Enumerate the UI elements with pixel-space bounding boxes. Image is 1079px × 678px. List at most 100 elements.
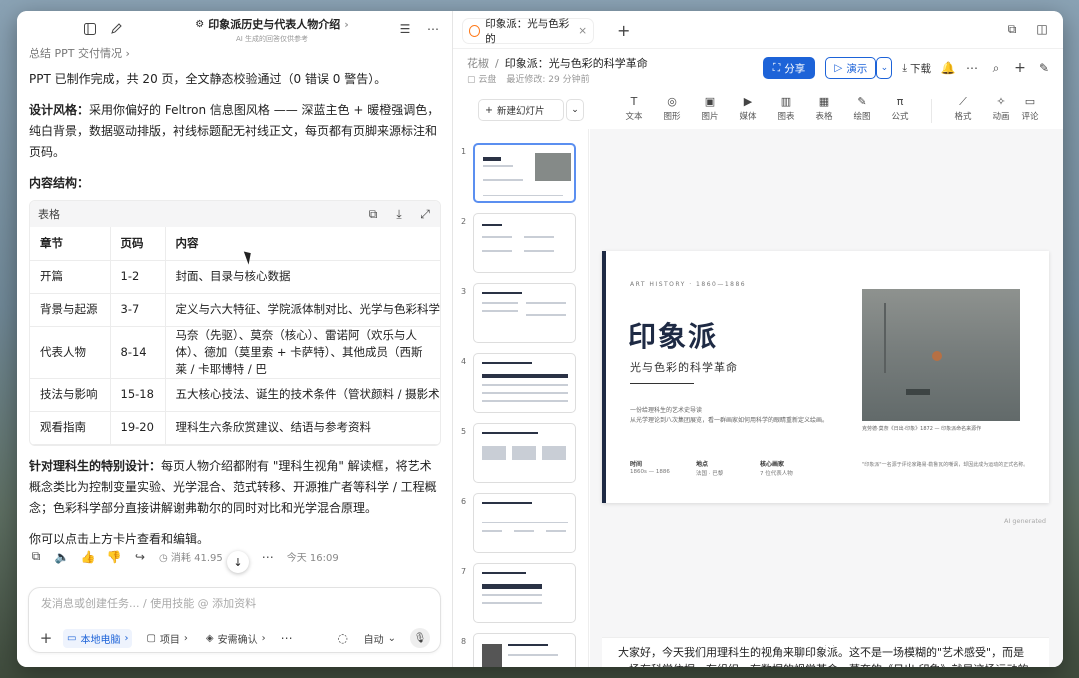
- slide-number: 1: [461, 147, 467, 156]
- chat-title-area[interactable]: ⚙ 印象派历史与代表人物介绍 › AI 生成的回答仅供参考: [187, 16, 357, 44]
- new-slide-options-button[interactable]: ⌄: [566, 99, 584, 121]
- present-button[interactable]: ▷ 演示: [825, 57, 877, 79]
- tool-shape[interactable]: ◎ 图形: [653, 95, 691, 123]
- previous-step-link[interactable]: 总结 PPT 交付情况 ›: [29, 45, 130, 61]
- scroll-down-button[interactable]: ↓: [227, 551, 249, 573]
- close-icon[interactable]: ×: [578, 25, 587, 37]
- tool-chart[interactable]: ▥ 图表: [767, 95, 805, 123]
- message-input[interactable]: [41, 597, 421, 610]
- more-icon[interactable]: ⋯: [280, 631, 294, 645]
- table-icon: ▦: [818, 95, 830, 108]
- table-cell: 开篇: [30, 260, 111, 294]
- table-row: 观看指南 19-20 理科生六条欣赏建议、结语与参考资料: [30, 411, 440, 445]
- local-computer-chip[interactable]: ▭ 本地电脑 ›: [63, 628, 133, 648]
- boat-shape: [906, 389, 930, 395]
- app-window: ⚙ 印象派历史与代表人物介绍 › AI 生成的回答仅供参考 ☰ ⋯ 总结 PPT…: [17, 11, 1063, 667]
- table-cell: 五大核心技法、诞生的技术条件（管状颜料 / 摄影术 / 铁: [165, 378, 440, 412]
- tool-draw[interactable]: ✎ 绘图: [843, 95, 881, 123]
- tab-document[interactable]: 印象派：光与色彩的 ×: [463, 18, 593, 45]
- search-icon[interactable]: ⌕: [989, 61, 1003, 75]
- auto-mode-chip[interactable]: 自动 ⌄: [360, 629, 400, 648]
- ai-generated-label: AI generated: [1004, 517, 1047, 525]
- list-icon[interactable]: ☰: [398, 22, 412, 36]
- closing-text: 你可以点击上方卡片查看和编辑。: [29, 531, 210, 546]
- new-slide-button[interactable]: + 新建幻灯片: [478, 99, 564, 121]
- slide-canvas[interactable]: ART HISTORY · 1860—1886 印象派 光与色彩的科学革命 一份…: [602, 251, 1049, 503]
- tool-format[interactable]: ⟋ 格式: [944, 95, 982, 123]
- share-button[interactable]: ⛶ 分享: [762, 57, 816, 79]
- comment-icon: ▭: [1024, 95, 1036, 108]
- tool-table[interactable]: ▦ 表格: [805, 95, 843, 123]
- slide-number: 6: [461, 497, 467, 506]
- slide-thumbnail[interactable]: [473, 213, 576, 273]
- slide-thumbnail[interactable]: [473, 563, 576, 623]
- copy-icon[interactable]: ⧉: [366, 207, 380, 221]
- more-icon[interactable]: ⋯: [965, 61, 979, 75]
- popout-icon[interactable]: ⧉: [1005, 22, 1019, 36]
- split-view-icon[interactable]: ◫: [1035, 22, 1049, 36]
- document-header: 花椒 / 印象派：光与色彩的科学革命 ▢ 云盘 最近修改: 29 分钟前 ⛶ 分享…: [453, 49, 1063, 95]
- slide-thumbnail[interactable]: [473, 423, 576, 483]
- slide-stat-value: 7 位代表人物: [760, 471, 793, 477]
- table-cell: 3-7: [110, 293, 166, 327]
- present-options-button[interactable]: ⌄: [876, 57, 893, 79]
- speaker-icon[interactable]: 🔈: [55, 550, 70, 564]
- sidebar-toggle-icon[interactable]: [83, 22, 97, 36]
- intro-text: PPT 已制作完成，共 20 页，全文静态校验通过（0 错误 0 警告）。: [29, 72, 387, 86]
- chevron-right-icon: ›: [344, 17, 349, 31]
- tool-animation[interactable]: ✧ 动画: [982, 95, 1020, 123]
- thumbs-up-icon[interactable]: 👍: [81, 550, 96, 564]
- table-cell: 背景与起源: [30, 293, 111, 327]
- shield-icon: ◈: [205, 632, 214, 644]
- table-cell: 封面、目录与核心数据: [165, 260, 440, 294]
- tool-formula[interactable]: π 公式: [881, 95, 919, 123]
- share-icon: ⛶: [772, 61, 781, 74]
- edit-icon[interactable]: ✎: [1037, 61, 1051, 75]
- slide-thumbnail-list: 1 2 3 4 5 6 7 8: [453, 129, 589, 667]
- table-cell: 定义与六大特征、学院派体制对比、光学与色彩科学（: [165, 293, 440, 327]
- more-icon[interactable]: ⋯: [426, 22, 440, 36]
- chevron-down-icon: ⌄: [387, 632, 396, 644]
- image-icon: ▣: [704, 95, 716, 108]
- new-chat-icon[interactable]: [109, 22, 123, 36]
- copy-icon[interactable]: ⧉: [29, 549, 43, 564]
- add-icon[interactable]: +: [1013, 60, 1027, 76]
- chat-title-icon: ⚙: [195, 18, 205, 30]
- add-tab-icon[interactable]: +: [617, 21, 630, 40]
- assistant-message: PPT 已制作完成，共 20 页，全文静态校验通过（0 错误 0 警告）。 设计…: [29, 69, 441, 560]
- expand-icon[interactable]: ⤢: [418, 207, 432, 221]
- slide-stat-label: 核心画家: [760, 461, 785, 468]
- table-cell: 观看指南: [30, 411, 111, 445]
- breadcrumb-root[interactable]: 花椒: [467, 55, 489, 71]
- chat-subtitle: AI 生成的回答仅供参考: [235, 35, 309, 43]
- tab-bar: 印象派：光与色彩的 × + ⧉ ◫: [453, 11, 1063, 49]
- confirm-mode-chip[interactable]: ◈ 安需确认 ›: [202, 629, 270, 648]
- slide-thumbnail[interactable]: [473, 493, 576, 553]
- download-button[interactable]: ⤓ 下载: [902, 61, 931, 76]
- thumbs-down-icon[interactable]: 👎: [107, 550, 122, 564]
- chat-pane: ⚙ 印象派历史与代表人物介绍 › AI 生成的回答仅供参考 ☰ ⋯ 总结 PPT…: [17, 11, 453, 667]
- slide-thumbnail[interactable]: [473, 283, 576, 343]
- tool-text[interactable]: T 文本: [615, 95, 653, 123]
- share-icon[interactable]: ↪: [133, 550, 147, 564]
- bell-icon[interactable]: 🔔: [941, 61, 956, 75]
- tool-media[interactable]: ▶ 媒体: [729, 95, 767, 123]
- slide-thumbnail[interactable]: [473, 143, 576, 203]
- add-icon[interactable]: +: [39, 629, 53, 647]
- drag-handle-icon[interactable]: ⋮⋮: [822, 640, 838, 657]
- slide-thumbnail[interactable]: [473, 633, 576, 667]
- tool-comment[interactable]: ▭ 评论: [1020, 95, 1040, 123]
- slide-canvas-area: ART HISTORY · 1860—1886 印象派 光与色彩的科学革命 一份…: [590, 129, 1063, 667]
- slide-thumbnail[interactable]: [473, 353, 576, 413]
- slide-description: 从光学理论到八次集团展览，看一群画家如何用科学的眼睛重新定义绘画。: [630, 417, 829, 424]
- tool-image[interactable]: ▣ 图片: [691, 95, 729, 123]
- shape-icon: ◎: [667, 95, 677, 108]
- add-icon: +: [485, 104, 493, 116]
- microphone-button[interactable]: 🎙: [410, 628, 430, 648]
- table-cell: 19-20: [110, 411, 166, 445]
- download-icon[interactable]: ⤓: [392, 207, 406, 221]
- document-title[interactable]: 印象派：光与色彩的科学革命: [505, 55, 648, 71]
- speaker-notes[interactable]: ⋮⋮ 大家好，今天我们用理科生的视角来聊印象派。这不是一场模糊的"艺术感受"，而…: [602, 637, 1049, 667]
- more-icon[interactable]: ⋯: [261, 550, 275, 564]
- project-chip[interactable]: ▢ 项目 ›: [142, 629, 191, 648]
